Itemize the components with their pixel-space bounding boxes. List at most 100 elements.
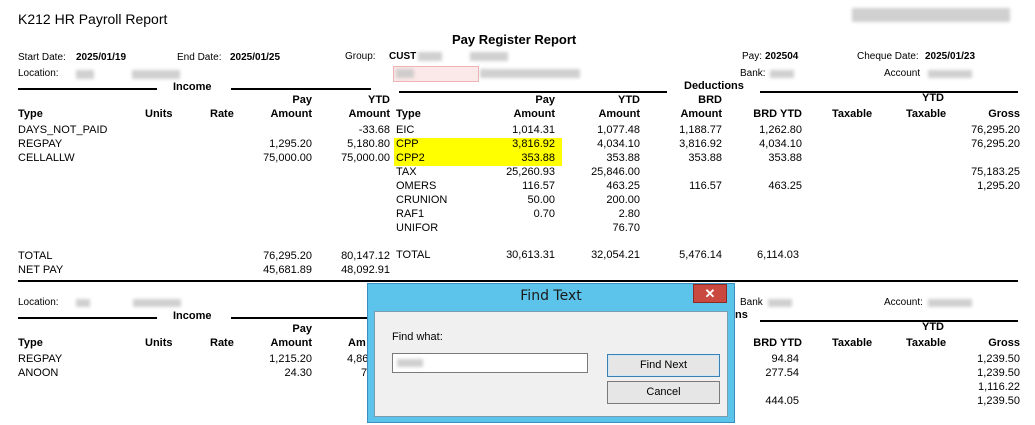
- col-units-2: Units: [145, 337, 173, 349]
- ded-ytd-col: 1,077.48 4,034.10 353.88 25,846.00 463.2…: [560, 123, 640, 235]
- col-pay-amount-2: Amount: [270, 337, 312, 349]
- table-row: UNIFOR: [396, 222, 439, 234]
- ded-col-pay-amount: Amount: [513, 108, 555, 120]
- deductions-heading-2-partial: ns: [735, 309, 748, 321]
- redacted-header-info: [852, 8, 1010, 22]
- table-cell: 463.25: [768, 180, 802, 192]
- cancel-button[interactable]: Cancel: [607, 381, 720, 404]
- app-title: K212 HR Payroll Report: [18, 11, 168, 27]
- table-cell: 200.00: [606, 194, 640, 206]
- income-total-pay: 76,295.20: [263, 250, 312, 262]
- table-cell: 4,034.10: [759, 138, 802, 150]
- redacted-location-2: [132, 70, 180, 79]
- col-ytd-taxable-2: YTD: [922, 321, 944, 333]
- group-value: CUST: [389, 51, 417, 62]
- table-row: CELLALLW: [18, 152, 75, 164]
- find-what-label: Find what:: [392, 331, 443, 343]
- table-cell: 1,014.31: [512, 124, 555, 136]
- dialog-body: Find what: Find Next Cancel: [374, 311, 728, 417]
- start-date-label: Start Date:: [18, 52, 66, 63]
- table-row: DAYS_NOT_PAID: [18, 124, 108, 136]
- col-rate-2: Rate: [210, 337, 234, 349]
- redacted-name-2: [480, 69, 580, 78]
- close-button[interactable]: ✕: [693, 284, 727, 303]
- col-ytd-taxable: YTD: [922, 92, 944, 104]
- table-cell: 3,816.92: [679, 138, 722, 150]
- bank-label-2: Bank: [740, 297, 763, 308]
- deductions-heading: Deductions: [684, 80, 744, 92]
- table-cell: 2.80: [618, 208, 640, 220]
- redacted-location-3: [76, 299, 90, 307]
- col-taxable-3: Taxable: [832, 337, 873, 349]
- ded-total-brd: 5,476.14: [679, 249, 722, 261]
- table-row: REGPAY: [18, 138, 63, 150]
- col-type-2: Type: [18, 337, 43, 349]
- col-taxable-4: Taxable: [906, 337, 947, 349]
- redacted-search-term: [397, 359, 423, 367]
- ded-col-ytd-amount: Amount: [598, 108, 640, 120]
- col-gross-2: Gross: [988, 337, 1020, 349]
- table-cell: 353.88: [606, 152, 640, 164]
- account-label: Account: [884, 68, 921, 79]
- end-date-label: End Date:: [177, 52, 222, 63]
- report-title: Pay Register Report: [452, 32, 577, 47]
- location-label-2: Location:: [18, 297, 59, 308]
- pay-value: 202504: [765, 51, 799, 62]
- table-cell: [475, 221, 555, 235]
- table-cell: [230, 123, 312, 137]
- totals-ytd: 80,147.12 48,092.91: [308, 249, 390, 277]
- table-row: RAF1: [396, 208, 425, 220]
- table-cell: 75,000.00: [341, 152, 390, 164]
- table-cell: 75,000.00: [263, 152, 312, 164]
- location-label: Location:: [18, 68, 59, 79]
- group-label: Group:: [345, 51, 376, 62]
- table-cell: 353.88: [521, 152, 555, 164]
- ded-col-brd-ytd: BRD YTD: [753, 108, 802, 120]
- income-pay-col-2: 1,215.20 24.30: [230, 352, 312, 380]
- redacted-location-4: [133, 299, 181, 307]
- table-cell: 1,295.20: [269, 138, 312, 150]
- ded-col-ytd: YTD: [618, 94, 640, 106]
- income-pay-col: 1,295.20 75,000.00: [230, 123, 312, 165]
- table-cell: [722, 207, 802, 221]
- col-gross: Gross: [988, 108, 1020, 120]
- start-date-value: 2025/01/19: [76, 52, 127, 63]
- income-type-col-2: REGPAY ANOON: [18, 352, 118, 380]
- table-cell: [930, 193, 1020, 207]
- net-pay-label: NET PAY: [18, 264, 64, 276]
- table-cell: [642, 221, 722, 235]
- find-next-button[interactable]: Find Next: [607, 354, 720, 377]
- bank-label: Bank:: [740, 68, 766, 79]
- ded-type-col: EIC CPP CPP2 TAX OMERS CRUNION RAF1 UNIF…: [396, 123, 486, 235]
- table-row: ANOON: [18, 367, 59, 379]
- ded-col-type: Type: [396, 108, 421, 120]
- ded-pay-col: 1,014.31 3,816.92 353.88 25,260.93 116.5…: [475, 123, 555, 235]
- income-ytd-col: -33.68 5,180.80 75,000.00: [308, 123, 390, 165]
- redacted-location: [76, 70, 94, 79]
- table-cell: 76,295.20: [971, 124, 1020, 136]
- table-cell: 1,239.50: [977, 395, 1020, 407]
- income-type-col: DAYS_NOT_PAID REGPAY CELLALLW: [18, 123, 138, 165]
- table-cell: [930, 207, 1020, 221]
- table-cell: -33.68: [358, 124, 390, 136]
- table-row: CPP: [396, 138, 419, 150]
- col-pay: Pay: [292, 94, 312, 106]
- col-rate: Rate: [210, 108, 234, 120]
- col-pay-amount: Amount: [270, 108, 312, 120]
- totals-labels: TOTAL NET PAY: [18, 249, 118, 277]
- redacted-account: [928, 70, 972, 78]
- col-ytd: YTD: [368, 94, 390, 106]
- col-units: Units: [145, 108, 173, 120]
- table-cell: 1,295.20: [977, 180, 1020, 192]
- ded-total-ytd: 32,054.21: [591, 249, 640, 261]
- ded-total-pay: 30,613.31: [506, 249, 555, 261]
- ded-brd-ytd-col: 1,262.80 4,034.10 353.88 463.25: [722, 123, 802, 235]
- income-total-ytd: 80,147.12: [341, 250, 390, 262]
- find-text-dialog[interactable]: Find Text ✕ Find what: Find Next Cancel: [367, 283, 735, 423]
- gross-col: 76,295.20 76,295.20 75,183.25 1,295.20: [930, 123, 1020, 235]
- close-icon: ✕: [704, 286, 716, 301]
- ded-col-brd-ytd-2: BRD YTD: [753, 337, 802, 349]
- table-cell: 4,034.10: [597, 138, 640, 150]
- table-row: OMERS: [396, 180, 437, 192]
- table-cell: 7: [361, 367, 367, 379]
